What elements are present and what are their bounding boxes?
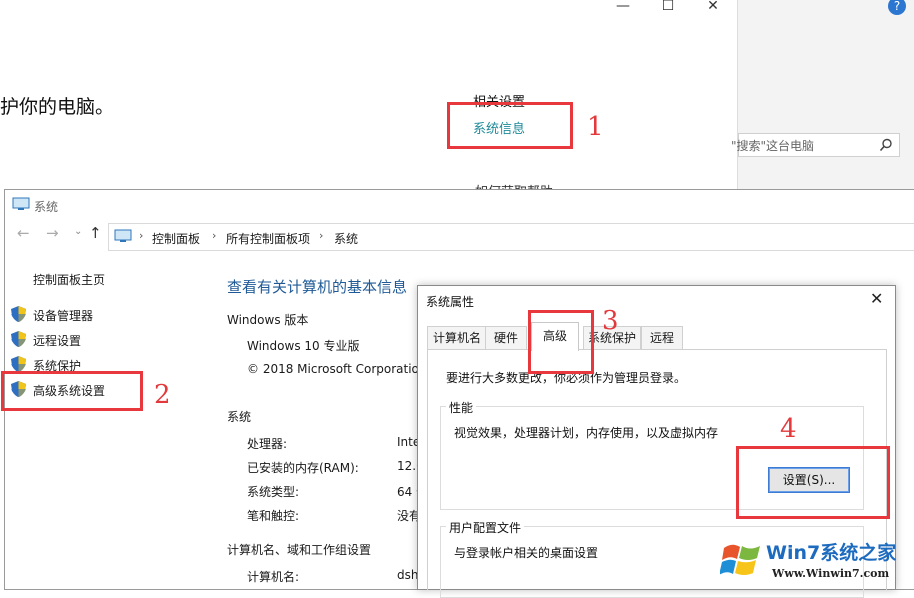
window-title: 系统 <box>34 200 59 214</box>
dialog-close-icon[interactable]: ✕ <box>870 289 883 308</box>
computer-name-value: dsh <box>397 568 419 582</box>
performance-group-label: 性能 <box>446 399 477 416</box>
partial-heading: 护你的电脑。 <box>0 96 115 118</box>
system-type-label: 系统类型: <box>247 485 300 499</box>
annotation-box-4 <box>736 446 890 519</box>
computer-icon <box>12 197 30 210</box>
help-icon[interactable]: ? <box>888 0 906 15</box>
shield-icon <box>11 331 26 347</box>
remote-settings-link[interactable]: 远程设置 <box>33 332 81 349</box>
dialog-title: 系统属性 <box>426 295 475 309</box>
annotation-number-2: 2 <box>154 380 171 410</box>
settings-window: — ☐ ✕ 护你的电脑。 相关设置 系统信息 如何获取帮助 <box>0 0 737 190</box>
user-profiles-description: 与登录帐户相关的桌面设置 <box>454 546 599 560</box>
edition-value: Windows 10 专业版 <box>247 339 360 353</box>
performance-description: 视觉效果，处理器计划，内存使用，以及虚拟内存 <box>454 426 719 440</box>
breadcrumb-all-items[interactable]: 所有控制面板项 <box>226 230 310 247</box>
ram-label: 已安装的内存(RAM): <box>247 461 359 475</box>
search-input[interactable]: 搜索"这台电脑" <box>731 133 900 157</box>
partial-help-text: 如何获取帮助 <box>475 181 553 189</box>
computer-name-label: 计算机名: <box>247 570 300 584</box>
control-panel-icon <box>114 229 132 242</box>
edition-header: Windows 版本 <box>227 313 309 327</box>
back-arrow-icon[interactable]: ← <box>17 224 30 242</box>
close-icon[interactable]: ✕ <box>690 0 736 16</box>
pen-touch-label: 笔和触控: <box>247 509 300 523</box>
computer-name-section-header: 计算机名、域和工作组设置 <box>227 543 372 557</box>
tab-hardware[interactable]: 硬件 <box>485 326 527 349</box>
control-panel-home-link[interactable]: 控制面板主页 <box>33 271 105 288</box>
history-dropdown-icon[interactable]: ⌄ <box>74 226 82 237</box>
copyright-text: © 2018 Microsoft Corporation <box>247 362 427 376</box>
watermark-url: Www.Winwin7.com <box>772 567 890 580</box>
shield-icon <box>11 356 26 372</box>
minimize-icon[interactable]: — <box>600 0 646 16</box>
breadcrumb-system[interactable]: 系统 <box>334 230 358 247</box>
breadcrumb-control-panel[interactable]: 控制面板 <box>152 230 200 247</box>
tab-remote[interactable]: 远程 <box>641 326 683 349</box>
up-arrow-icon[interactable]: ↑ <box>89 224 102 242</box>
system-section-header: 系统 <box>227 410 252 424</box>
tab-advanced[interactable]: 高级 <box>531 322 579 351</box>
device-manager-link[interactable]: 设备管理器 <box>33 307 93 324</box>
forward-arrow-icon[interactable]: → <box>46 224 59 242</box>
watermark: Win7系统之家 Www.Winwin7.com <box>718 534 912 586</box>
breadcrumb-chevron-icon: › <box>319 229 324 242</box>
search-icon[interactable] <box>879 138 893 152</box>
user-profiles-group-label: 用户配置文件 <box>446 519 525 536</box>
annotation-number-3: 3 <box>602 306 619 336</box>
explorer-window-edge: ? 搜索"这台电脑" <box>731 0 914 190</box>
annotation-box-1 <box>447 102 573 149</box>
breadcrumb-chevron-icon: › <box>212 229 217 242</box>
shield-icon <box>11 306 26 322</box>
maximize-icon[interactable]: ☐ <box>645 0 691 16</box>
watermark-brand: Win7系统之家 <box>766 542 897 564</box>
breadcrumb-chevron-icon: › <box>139 229 144 242</box>
annotation-box-2 <box>1 371 143 411</box>
search-placeholder: 搜索"这台电脑" <box>731 139 815 153</box>
annotation-number-4: 4 <box>780 414 797 444</box>
tab-computer-name[interactable]: 计算机名 <box>427 326 487 349</box>
annotation-number-1: 1 <box>587 112 604 142</box>
page-heading: 查看有关计算机的基本信息 <box>227 278 408 296</box>
processor-label: 处理器: <box>247 437 288 451</box>
windows-logo-icon <box>720 544 760 575</box>
